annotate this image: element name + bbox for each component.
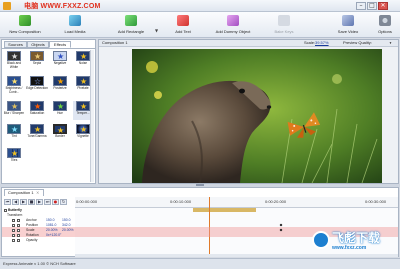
go-to-start-button[interactable]: ⏮: [4, 199, 11, 205]
layer-row-transform[interactable]: Transform: [4, 213, 398, 218]
add-rectangle-dropdown-icon[interactable]: ▼: [155, 28, 158, 33]
effect-thumb-icon: ★: [53, 76, 67, 86]
effect-brightness-contrast[interactable]: ★ Brightness / Contr...: [4, 76, 24, 95]
effect-thumb-icon: ★: [76, 124, 90, 134]
scale-label: Scale:: [304, 40, 316, 45]
keyframe-icon[interactable]: [279, 228, 283, 232]
preview-quality-label[interactable]: Preview Quality:: [343, 40, 372, 46]
effect-thumb-icon: ★: [7, 124, 21, 134]
effect-blur-sharpen[interactable]: ★ Blur / Sharpen: [4, 101, 24, 120]
property-row-position[interactable]: Position 1081.0 342.0: [4, 223, 398, 228]
scale-value[interactable]: 39.57%: [315, 40, 329, 46]
title-watermark: 电脑 WWW.FXXZ.COM: [24, 3, 101, 10]
preview-header: Composition 1 Scale: 39.57% Preview Qual…: [99, 40, 398, 47]
save-video-button[interactable]: Save Video: [330, 13, 366, 37]
current-time: 0:00:00.000: [76, 199, 98, 204]
minimize-button[interactable]: –: [356, 2, 366, 10]
effect-thumb-icon: ★: [7, 101, 21, 111]
composition-label: Composition 1: [102, 40, 128, 45]
close-tab-icon[interactable]: ×: [36, 190, 39, 195]
go-to-end-button[interactable]: ⏭: [44, 199, 51, 205]
tab-divider: [2, 48, 95, 49]
tick-label: 0:00:30.000: [365, 199, 387, 204]
title-bar: 电脑 WWW.FXXZ.COM – □ ✕: [0, 0, 400, 12]
options-button[interactable]: Options: [370, 13, 400, 37]
splitter-grip-icon: [196, 184, 204, 186]
layer-row-butterfly[interactable]: Butterfly: [4, 208, 398, 213]
load-media-button[interactable]: Load Media: [55, 13, 95, 37]
corner-watermark: 飞彪下载 www.fxxz.com: [312, 229, 398, 259]
previous-frame-button[interactable]: ◀: [12, 199, 19, 205]
load-media-icon: [69, 15, 81, 26]
play-button[interactable]: ▶: [20, 199, 27, 205]
add-rectangle-icon: [125, 15, 137, 26]
effect-black-and-white[interactable]: ★ Black and White: [4, 51, 24, 70]
gear-icon: [379, 15, 391, 26]
effects-scrollbar[interactable]: [90, 50, 94, 182]
maximize-button[interactable]: □: [367, 2, 377, 10]
tab-effects[interactable]: Effects: [49, 41, 71, 48]
effect-tiles[interactable]: ★ Tiles: [4, 148, 24, 167]
effect-thumb-icon: ★: [7, 76, 21, 86]
effect-thumb-icon: ★: [30, 124, 44, 134]
effect-edge-detection[interactable]: ☆ Edge Detection: [26, 76, 48, 95]
composition-canvas[interactable]: [132, 49, 382, 183]
effect-thumb-icon: ★: [76, 76, 90, 86]
add-rectangle-button[interactable]: Add Rectangle: [108, 13, 154, 37]
effect-negative[interactable]: ★ Negative: [50, 51, 70, 70]
preview-pane: Composition 1 Scale: 39.57% Preview Qual…: [98, 39, 399, 184]
tick-label: 0:00:20.000: [265, 199, 287, 204]
add-dummy-object-button[interactable]: Add Dummy Object: [208, 13, 258, 37]
add-dummy-object-icon: [227, 15, 239, 26]
property-row-anchor[interactable]: Anchor 150.0 150.0: [4, 218, 398, 223]
preview-image: [132, 49, 382, 183]
tab-sources[interactable]: Sources: [4, 41, 27, 48]
effect-thumb-icon: ★: [30, 51, 44, 61]
effect-hue[interactable]: ★ Hue: [50, 101, 70, 120]
tab-objects[interactable]: Objects: [27, 41, 49, 48]
next-frame-button[interactable]: ▶: [36, 199, 43, 205]
add-text-icon: [177, 15, 189, 26]
stop-button[interactable]: ■: [28, 199, 35, 205]
effect-thumb-icon: ☆: [30, 76, 44, 86]
watermark-url: www.fxxz.com: [332, 245, 367, 251]
watermark-text: 飞彪下载: [332, 231, 381, 245]
effect-thumb-icon: ★: [76, 101, 90, 111]
close-button[interactable]: ✕: [378, 2, 388, 10]
time-ruler[interactable]: 0:00:00.000 0:00:10.000 0:00:20.000 0:00…: [75, 197, 398, 208]
effect-thumb-icon: ★: [53, 101, 67, 111]
status-bar: Express Animate v 1.00 © NCH Software: [0, 258, 400, 269]
effect-thumb-icon: ★: [76, 51, 90, 61]
record-button[interactable]: ●: [52, 199, 59, 205]
save-video-icon: [342, 15, 354, 26]
add-text-button[interactable]: Add Text: [165, 13, 201, 37]
effect-posterize[interactable]: ★ Posterize: [50, 76, 70, 95]
effect-saturation[interactable]: ★ Saturation: [27, 101, 47, 120]
effect-thumb-icon: ★: [7, 148, 21, 158]
app-icon: [3, 2, 11, 10]
new-composition-button[interactable]: New Composition: [2, 13, 48, 37]
tick-label: 0:00:10.000: [170, 199, 192, 204]
effect-thumb-icon: ★: [30, 101, 44, 111]
effect-border[interactable]: ★ Border: [50, 124, 70, 143]
effect-thumb-icon: ★: [53, 51, 67, 61]
effect-tone-gamma[interactable]: ★ Tone/Gamma: [27, 124, 47, 143]
chevron-down-icon[interactable]: ▼: [389, 40, 392, 46]
new-composition-icon: [19, 15, 31, 26]
loop-button[interactable]: ↻: [60, 199, 67, 205]
effect-thumb-icon: ★: [7, 51, 21, 61]
effect-sepia[interactable]: ★ Sepia: [27, 51, 47, 70]
effects-panel: Sources Objects Effects ★ Black and White…: [1, 39, 96, 184]
watermark-logo-icon: [312, 231, 330, 249]
main-toolbar: New Composition Load Media Add Rectangle…: [0, 12, 400, 38]
bake-keys-icon: [278, 15, 290, 26]
keyframe-icon[interactable]: [279, 223, 283, 227]
bake-keys-button[interactable]: Bake Keys: [266, 13, 302, 37]
effect-thumb-icon: ★: [53, 124, 67, 135]
effect-tint[interactable]: ★ Tint: [4, 124, 24, 143]
